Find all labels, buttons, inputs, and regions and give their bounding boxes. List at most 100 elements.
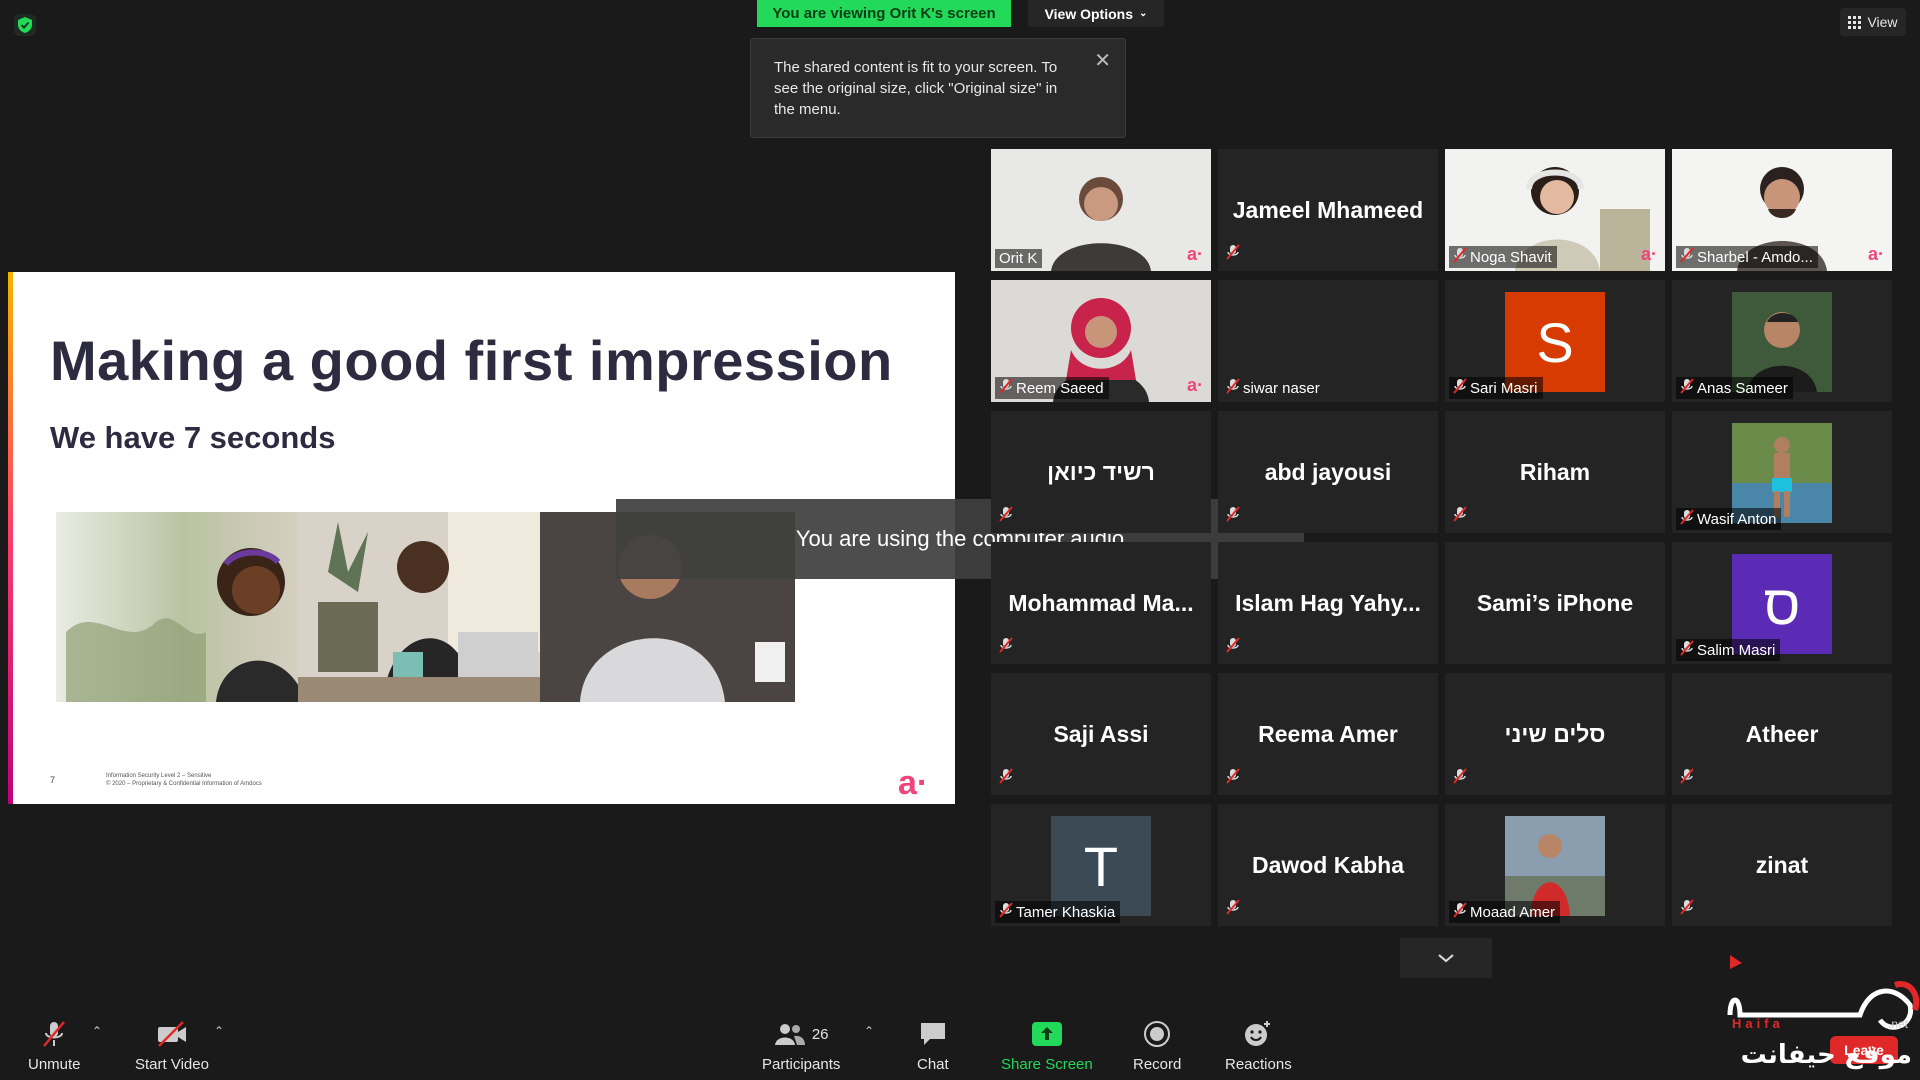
microphone-muted-icon [1226, 506, 1240, 527]
participant-name-label: Anas Sameer [1676, 377, 1793, 399]
gallery-next-page-button[interactable] [1400, 938, 1492, 978]
slide-title: Making a good first impression [50, 329, 893, 392]
participant-tile[interactable]: a· Orit K [991, 149, 1211, 271]
microphone-muted-icon [999, 902, 1013, 922]
participant-tile[interactable]: Reema Amer [1218, 673, 1438, 795]
participant-tile[interactable]: Wasif Anton [1672, 411, 1892, 533]
participant-tile[interactable]: abd jayousi [1218, 411, 1438, 533]
microphone-muted-icon [1680, 509, 1694, 529]
slide-page-number: 7 [50, 775, 56, 785]
slide-subtitle: We have 7 seconds [50, 420, 336, 455]
participant-tile[interactable]: S Sari Masri [1445, 280, 1665, 402]
close-icon[interactable]: ✕ [1094, 51, 1111, 72]
amdocs-logo: a· [1640, 244, 1657, 264]
participant-tile[interactable]: Dawod Kabha [1218, 804, 1438, 926]
unmute-button[interactable]: Unmute [28, 1018, 81, 1073]
chat-button[interactable]: Chat [917, 1018, 949, 1073]
participant-name: Moaad Amer [1470, 903, 1556, 921]
participant-name: abd jayousi [1264, 458, 1392, 485]
participant-tile[interactable]: Moaad Amer [1445, 804, 1665, 926]
participants-options-caret-icon[interactable]: ⌃ [864, 1024, 874, 1038]
participant-tile[interactable]: Anas Sameer [1672, 280, 1892, 402]
microphone-muted-icon [1680, 899, 1694, 920]
microphone-muted-icon [1680, 378, 1694, 398]
chevron-down-icon: ⌄ [1139, 8, 1148, 19]
participant-tile[interactable]: a· Reem Saeed [991, 280, 1211, 402]
participant-name: רשיד כיואן [1047, 458, 1155, 485]
view-options-button[interactable]: View Options ⌄ [1028, 0, 1164, 27]
chat-bubble-icon [920, 1023, 945, 1045]
microphone-muted-icon [999, 637, 1013, 658]
participant-name: Anas Sameer [1697, 379, 1788, 397]
amdocs-logo: a· [1186, 375, 1203, 395]
view-button[interactable]: View [1840, 8, 1906, 36]
watermark-line2: .net [1888, 1017, 1909, 1031]
microphone-muted-icon [1226, 768, 1240, 789]
participant-name-label: Orit K [995, 249, 1043, 268]
participant-name: Islam Hag Yahy... [1235, 589, 1421, 616]
participant-tile[interactable]: a· Noga Shavit [1445, 149, 1665, 271]
amdocs-logo: a· [898, 764, 929, 802]
participant-name-label: Wasif Anton [1676, 508, 1782, 530]
participant-name: Noga Shavit [1470, 248, 1552, 266]
screen-share-banner: You are viewing Orit K's screen [757, 0, 1011, 27]
microphone-muted-icon [1453, 768, 1467, 789]
microphone-muted-icon [1453, 902, 1467, 922]
participant-name: Riham [1519, 458, 1591, 485]
participant-tile[interactable]: Sami’s iPhone [1445, 542, 1665, 664]
participant-name: סלים שיני [1504, 720, 1606, 747]
participant-name: Dawod Kabha [1251, 851, 1405, 878]
share-screen-icon [1031, 1022, 1062, 1046]
participant-tile[interactable]: a· Sharbel - Amdo... [1672, 149, 1892, 271]
participant-tile[interactable]: zinat [1672, 804, 1892, 926]
participant-name: Saji Assi [1053, 720, 1149, 747]
participant-tile[interactable]: Islam Hag Yahy... [1218, 542, 1438, 664]
participant-tile[interactable]: Jameel Mhameed [1218, 149, 1438, 271]
participant-name: Reem Saeed [1016, 379, 1104, 397]
participant-tile[interactable]: T Tamer Khaskia [991, 804, 1211, 926]
participant-tile[interactable]: siwar naser [1218, 280, 1438, 402]
participant-name: Sharbel - Amdo... [1697, 248, 1813, 266]
participant-tile[interactable]: Saji Assi [991, 673, 1211, 795]
participant-name: Salim Masri [1697, 641, 1776, 659]
participant-name-label: siwar naser [1222, 377, 1325, 399]
record-label: Record [1133, 1056, 1182, 1073]
amdocs-logo: a· [1867, 244, 1884, 264]
participant-tile[interactable]: Atheer [1672, 673, 1892, 795]
participant-name-label: Noga Shavit [1449, 246, 1557, 268]
reactions-smiley-icon [1245, 1021, 1271, 1046]
security-shield-icon[interactable] [14, 14, 36, 36]
share-screen-label: Share Screen [1001, 1056, 1093, 1073]
start-video-button[interactable]: Start Video [135, 1018, 209, 1073]
video-camera-off-icon [157, 1021, 186, 1047]
record-icon [1144, 1021, 1171, 1047]
participant-tile[interactable]: Mohammad Ma... [991, 542, 1211, 664]
participant-name: Mohammad Ma... [1008, 589, 1194, 616]
slide-footer: Information Security Level 2 – Sensitive… [106, 772, 262, 788]
participant-tile[interactable]: Riham [1445, 411, 1665, 533]
microphone-muted-icon [1453, 247, 1467, 267]
share-screen-button[interactable]: Share Screen [1001, 1018, 1093, 1073]
participant-tile[interactable]: רשיד כיואן [991, 411, 1211, 533]
participant-tile[interactable]: סלים שיני [1445, 673, 1665, 795]
participant-name: Wasif Anton [1697, 510, 1777, 528]
participant-name-label: Moaad Amer [1449, 901, 1561, 923]
slide-photo-woman-laptop [298, 512, 553, 702]
participant-tile[interactable]: ס Salim Masri [1672, 542, 1892, 664]
reactions-button[interactable]: Reactions [1225, 1018, 1292, 1073]
record-button[interactable]: Record [1133, 1018, 1181, 1073]
watermark-line1: Haifa [1732, 1016, 1784, 1031]
participants-button[interactable]: 26 Participants [762, 1018, 840, 1073]
participant-name: siwar naser [1243, 379, 1320, 397]
fit-screen-tooltip: The shared content is fit to your screen… [750, 38, 1126, 138]
microphone-muted-icon [1680, 768, 1694, 789]
video-options-caret-icon[interactable]: ⌃ [214, 1024, 224, 1038]
microphone-muted-icon [1680, 640, 1694, 660]
slide-photo-woman-smiling [56, 512, 311, 702]
participant-name: Atheer [1745, 720, 1819, 747]
start-video-label: Start Video [135, 1056, 209, 1073]
microphone-muted-icon [999, 378, 1013, 398]
unmute-label: Unmute [28, 1056, 81, 1073]
audio-options-caret-icon[interactable]: ⌃ [92, 1024, 102, 1038]
microphone-muted-icon [1453, 378, 1467, 398]
